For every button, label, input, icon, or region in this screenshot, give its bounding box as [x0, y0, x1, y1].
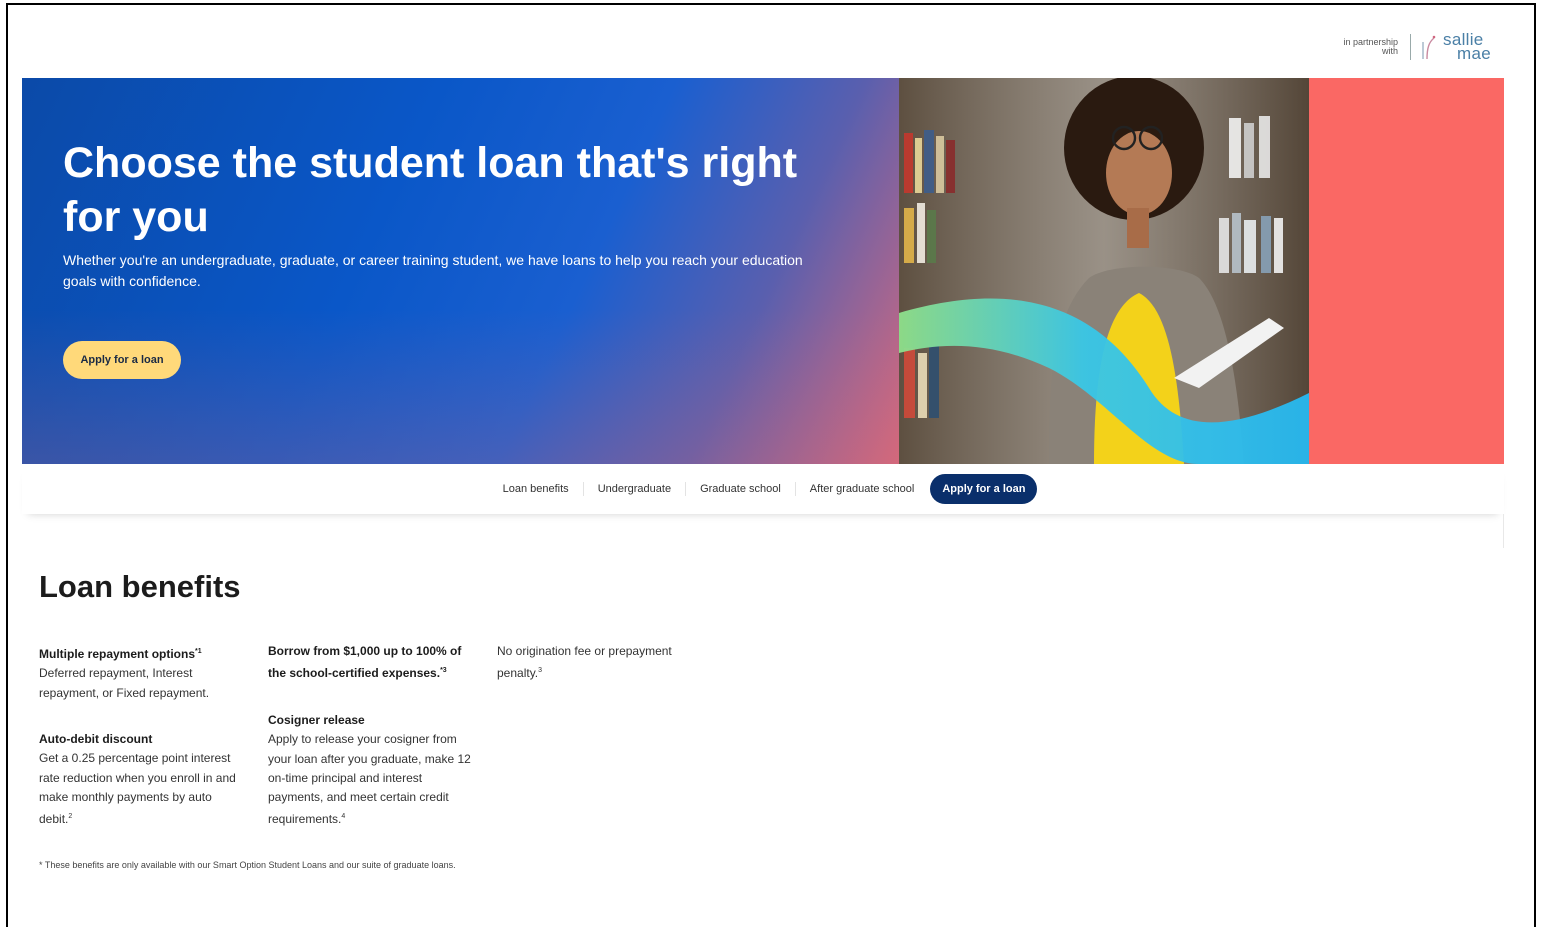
benefit-body: No origination fee or prepayment penalty…	[497, 644, 672, 681]
hero-coral-panel	[1309, 78, 1504, 464]
hero-banner: Choose the student loan that's right for…	[22, 78, 1504, 464]
benefit-body: Deferred repayment, Interest repayment, …	[39, 666, 210, 700]
benefit-no-fees: No origination fee or prepayment penalty…	[497, 644, 672, 681]
partner-caption: in partnership with	[1343, 37, 1399, 56]
hero-title: Choose the student loan that's right for…	[63, 139, 798, 241]
hero-student-photo	[899, 78, 1309, 464]
sallie-mae-wordmark: sallie mae	[1443, 30, 1491, 63]
partner-divider	[1410, 34, 1412, 60]
hero-subtitle: Whether you're an undergraduate, graduat…	[63, 252, 803, 289]
benefit-repayment-options: Multiple repayment options*1 Deferred re…	[39, 642, 244, 703]
benefit-heading: Auto-debit discount	[39, 732, 153, 746]
benefit-heading: Cosigner release	[268, 713, 365, 727]
benefit-body: Apply to release your cosigner from your…	[268, 732, 471, 827]
section-nav: Loan benefits Undergraduate Graduate sch…	[22, 464, 1504, 514]
benefit-auto-debit: Auto-debit discount Get a 0.25 percentag…	[39, 730, 244, 829]
tab-undergraduate[interactable]: Undergraduate	[584, 482, 687, 496]
sallie-mae-mark-icon	[1422, 35, 1436, 60]
tab-loan-benefits[interactable]: Loan benefits	[489, 482, 584, 496]
partner-logo[interactable]: in partnership with sallie mae	[1343, 30, 1491, 63]
loan-benefits-heading: Loan benefits	[39, 569, 241, 604]
benefit-heading: Multiple repayment options*1	[39, 647, 202, 661]
benefit-heading: Borrow from $1,000 up to 100% of the sch…	[268, 644, 462, 681]
apply-for-loan-button[interactable]: Apply for a loan	[63, 341, 181, 379]
benefits-footnote: * These benefits are only available with…	[39, 860, 456, 870]
nav-apply-for-loan-button[interactable]: Apply for a loan	[930, 474, 1038, 504]
nav-edge-divider	[1503, 514, 1504, 548]
tab-after-graduate-school[interactable]: After graduate school	[796, 482, 929, 496]
benefit-borrow-amount: Borrow from $1,000 up to 100% of the sch…	[268, 642, 478, 684]
benefit-cosigner-release: Cosigner release Apply to release your c…	[268, 711, 478, 830]
tab-graduate-school[interactable]: Graduate school	[686, 482, 796, 496]
